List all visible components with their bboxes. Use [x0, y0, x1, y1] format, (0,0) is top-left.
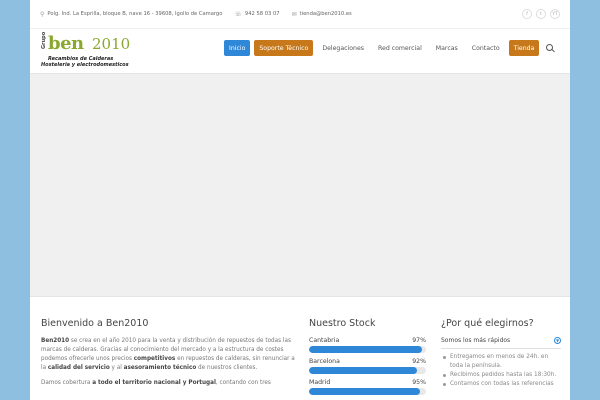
content-area: Bienvenido a Ben2010 Ben2010 se crea en … — [30, 298, 570, 400]
chevron-down-icon[interactable]: ▼ — [554, 337, 561, 344]
email-link[interactable]: tienda@ben2010.es — [300, 11, 352, 17]
list-item: Recibimos pedidos hasta las 18:30h. — [441, 371, 561, 380]
nav-soporte-tecnico[interactable]: Soporte Técnico — [254, 40, 314, 56]
stock-value: 92% — [412, 358, 426, 365]
progress-bar — [309, 346, 426, 353]
address-info: ⚲ Polg. Ind. La Esprilla, bloque B, nave… — [40, 11, 222, 18]
facebook-icon[interactable]: f — [522, 9, 532, 19]
stock-title: Nuestro Stock — [309, 318, 376, 329]
search-icon[interactable] — [545, 43, 555, 53]
welcome-title: Bienvenido a Ben2010 — [41, 318, 149, 329]
logo-year: 2010 — [92, 35, 131, 53]
welcome-section: Bienvenido a Ben2010 Ben2010 se crea en … — [41, 318, 296, 388]
main-nav: Inicio Soporte Técnico Delegaciones Red … — [224, 40, 555, 56]
site-logo[interactable]: Grupo ben 2010 Recambios de Calderas Hos… — [40, 31, 150, 71]
stock-label: Madrid — [309, 379, 331, 386]
coverage-paragraph: Damos cobertura a todo el territorio nac… — [41, 380, 271, 386]
accordion-header[interactable]: Somos los más rápidos ▼ — [441, 337, 561, 349]
logo-grupo: Grupo — [41, 31, 47, 49]
nav-marcas[interactable]: Marcas — [431, 40, 463, 56]
list-item: Entregamos en menos de 24h. en toda la p… — [441, 353, 561, 371]
page: ⚲ Polg. Ind. La Esprilla, bloque B, nave… — [30, 0, 570, 400]
envelope-icon: ✉ — [291, 10, 297, 18]
logo-name: ben — [48, 33, 84, 54]
why-list: Entregamos en menos de 24h. en toda la p… — [441, 353, 561, 389]
welcome-paragraph: Ben2010 se crea en el año 2010 para la v… — [41, 338, 295, 371]
email-info[interactable]: ✉ tienda@ben2010.es — [292, 11, 352, 18]
youtube-icon[interactable]: YT — [550, 9, 560, 19]
header: Grupo ben 2010 Recambios de Calderas Hos… — [30, 29, 570, 73]
stock-label: Cantabria — [309, 337, 340, 344]
stock-value: 95% — [412, 379, 426, 386]
progress-bar — [309, 367, 426, 374]
stock-section: Nuestro Stock Cantabria 97% Barcelona 92% … — [309, 318, 426, 400]
stock-label: Barcelona — [309, 358, 340, 365]
social-links: f t YT — [522, 9, 560, 19]
address-text: Polg. Ind. La Esprilla, bloque B, nave 1… — [47, 11, 223, 17]
phone-text: 942 58 03 07 — [244, 11, 280, 17]
phone-icon: ☏ — [234, 10, 242, 18]
list-item: Contamos con todas las referencias — [441, 380, 561, 389]
stock-value: 97% — [412, 337, 426, 344]
stock-item: Barcelona 92% — [309, 358, 426, 374]
location-pin-icon: ⚲ — [40, 10, 45, 18]
nav-tienda[interactable]: Tienda — [508, 40, 540, 56]
phone-info: ☏ 942 58 03 07 — [234, 11, 279, 18]
stock-item: Madrid 95% — [309, 379, 426, 395]
why-title: ¿Por qué elegirnos? — [441, 318, 534, 329]
nav-red-comercial[interactable]: Red comercial — [373, 40, 427, 56]
progress-fill — [309, 346, 423, 353]
nav-delegaciones[interactable]: Delegaciones — [317, 40, 369, 56]
hero-banner — [30, 73, 570, 297]
progress-fill — [309, 367, 417, 374]
stock-item: Cantabria 97% — [309, 337, 426, 353]
nav-inicio[interactable]: Inicio — [224, 40, 251, 56]
nav-contacto[interactable]: Contacto — [467, 40, 505, 56]
progress-fill — [309, 388, 421, 395]
topbar: ⚲ Polg. Ind. La Esprilla, bloque B, nave… — [30, 0, 570, 29]
progress-bar — [309, 388, 426, 395]
accordion-title: Somos los más rápidos — [441, 337, 511, 344]
logo-tagline-2: Hosteleria y electrodomesticos — [41, 62, 129, 68]
why-section: ¿Por qué elegirnos? Somos los más rápido… — [441, 318, 561, 390]
twitter-icon[interactable]: t — [536, 9, 546, 19]
